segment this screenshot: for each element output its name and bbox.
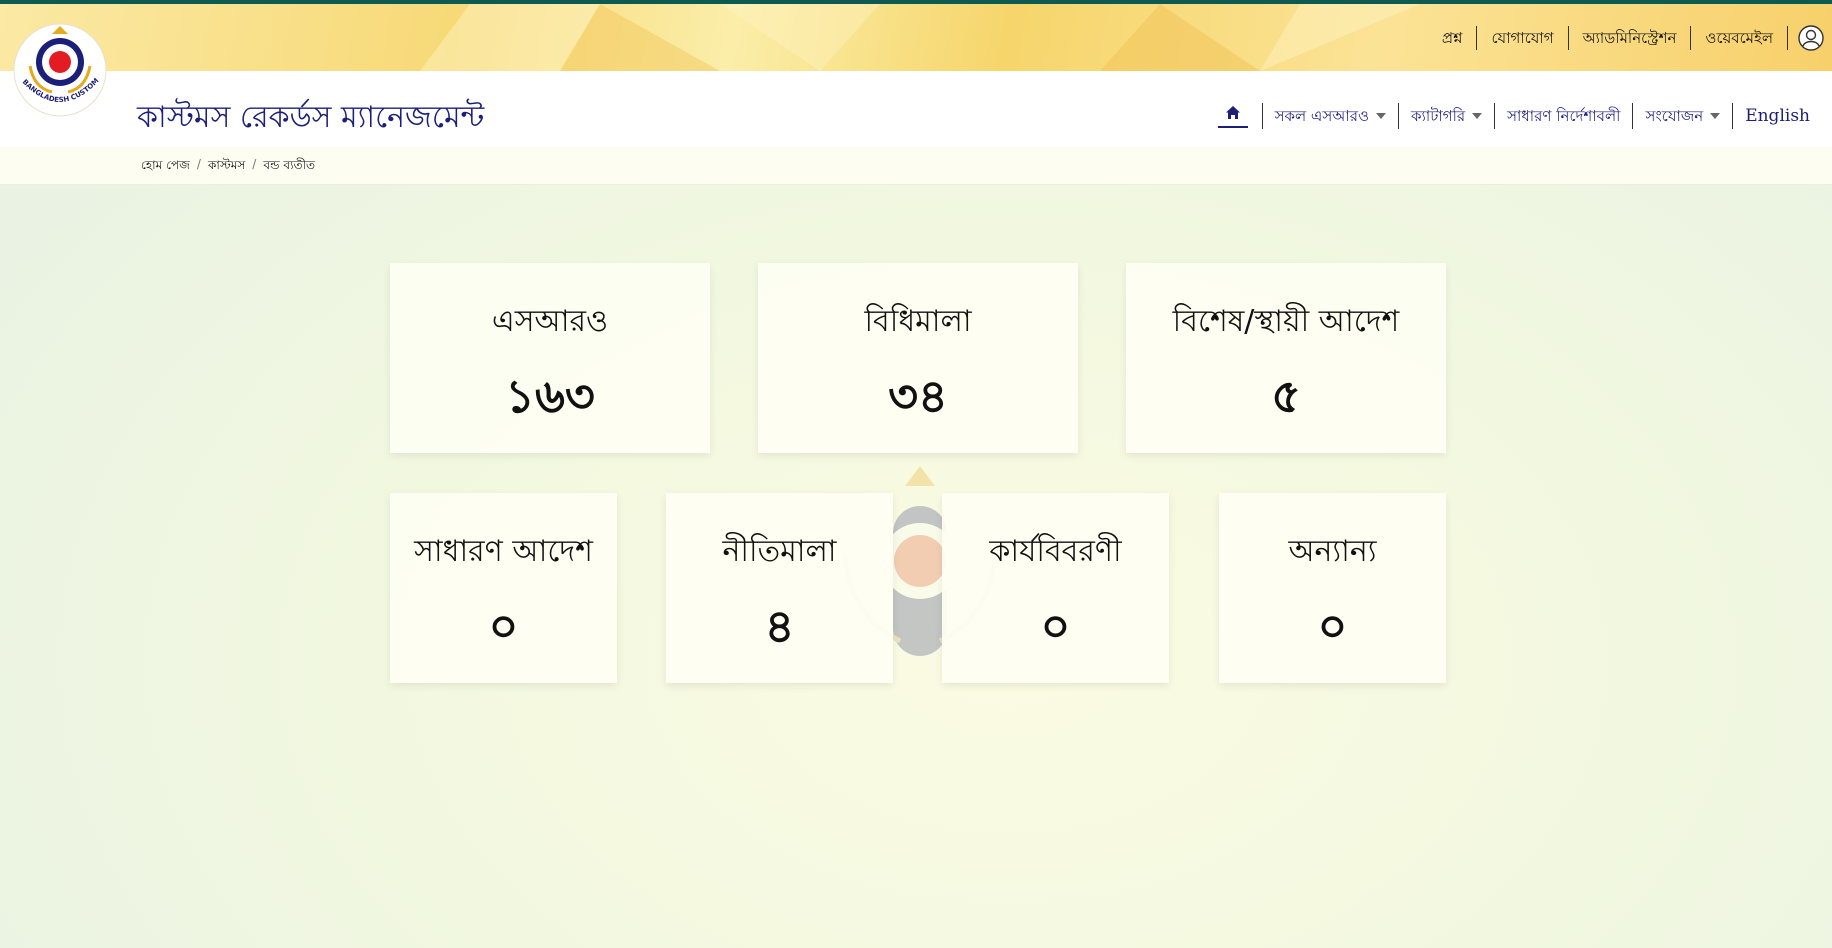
menu-label: সকল এসআরও [1274, 107, 1370, 125]
menu-label: সংযোজন [1645, 107, 1704, 125]
card-general-orders[interactable]: সাধারণ আদেশ ০ [390, 493, 617, 683]
breadcrumb-customs[interactable]: কাস্টমস [208, 157, 245, 177]
breadcrumb-current: বন্ড ব্যতীত [263, 158, 316, 172]
main-menu: সকল এসআরও ক্যাটাগরি সাধারণ নির্দেশাবলী স… [1204, 100, 1822, 132]
card-count: ০ [1040, 599, 1071, 653]
breadcrumb-bar: হোম পেজ / কাস্টমস / বন্ড ব্যতীত [0, 147, 1832, 185]
site-title[interactable]: কাস্টমস রেকর্ডস ম্যানেজমেন্ট [137, 93, 484, 144]
caret-down-icon [1376, 113, 1387, 119]
card-title: বিধিমালা [864, 304, 972, 339]
breadcrumb: হোম পেজ / কাস্টমস / বন্ড ব্যতীত [141, 157, 315, 177]
menu-all-sro[interactable]: সকল এসআরও [1263, 103, 1400, 129]
card-title: এসআরও [491, 304, 609, 339]
card-title: সাধারণ আদেশ [414, 534, 593, 569]
card-count: ০ [1317, 599, 1348, 653]
card-count: ৪ [764, 599, 795, 653]
card-count: ৫ [1271, 369, 1301, 423]
menu-general-instructions[interactable]: সাধারণ নির্দেশাবলী [1495, 103, 1634, 129]
user-icon[interactable] [1798, 24, 1824, 51]
customs-logo[interactable]: BANGLADESH CUSTOMS & VAT [12, 22, 108, 118]
link-webmail[interactable]: ওয়েবমেইল [1691, 25, 1788, 50]
home-icon [1225, 105, 1240, 119]
card-minutes[interactable]: কার্যবিবরণী ০ [942, 493, 1169, 683]
menu-label: সাধারণ নির্দেশাবলী [1507, 107, 1621, 125]
card-title: কার্যবিবরণী [989, 534, 1122, 569]
card-count: ৩৪ [888, 369, 948, 423]
menu-category[interactable]: ক্যাটাগরি [1399, 103, 1496, 129]
card-special-orders[interactable]: বিশেষ/স্থায়ী আদেশ ৫ [1126, 263, 1446, 453]
breadcrumb-separator: / [196, 157, 201, 171]
language-toggle[interactable]: English [1733, 103, 1822, 129]
card-others[interactable]: অন্যান্য ০ [1219, 493, 1446, 683]
menu-label: ক্যাটাগরি [1411, 107, 1466, 125]
top-links: প্রশ্ন যোগাযোগ অ্যাডমিনিস্ট্রেশন ওয়েবমে… [1428, 4, 1832, 71]
card-rules[interactable]: বিধিমালা ৩৪ [758, 263, 1078, 453]
link-contact[interactable]: যোগাযোগ [1477, 25, 1569, 50]
breadcrumb-home[interactable]: হোম পেজ [141, 157, 190, 177]
caret-down-icon [1472, 113, 1483, 119]
breadcrumb-separator: / [252, 157, 257, 171]
active-underline [1217, 125, 1248, 128]
card-count: ০ [488, 599, 519, 653]
card-title: অন্যান্য [1288, 534, 1377, 569]
card-policies[interactable]: নীতিমালা ৪ [666, 493, 893, 683]
home-button[interactable] [1217, 105, 1248, 128]
card-count: ১৬৩ [505, 369, 595, 423]
card-title: নীতিমালা [722, 534, 837, 569]
card-title: বিশেষ/স্থায়ী আদেশ [1172, 304, 1400, 339]
caret-down-icon [1710, 113, 1721, 119]
menu-attachment[interactable]: সংযোজন [1633, 103, 1734, 129]
card-sro[interactable]: এসআরও ১৬৩ [390, 263, 710, 453]
link-question[interactable]: প্রশ্ন [1428, 25, 1478, 50]
menu-label: English [1745, 106, 1810, 126]
link-administration[interactable]: অ্যাডমিনিস্ট্রেশন [1569, 25, 1692, 50]
